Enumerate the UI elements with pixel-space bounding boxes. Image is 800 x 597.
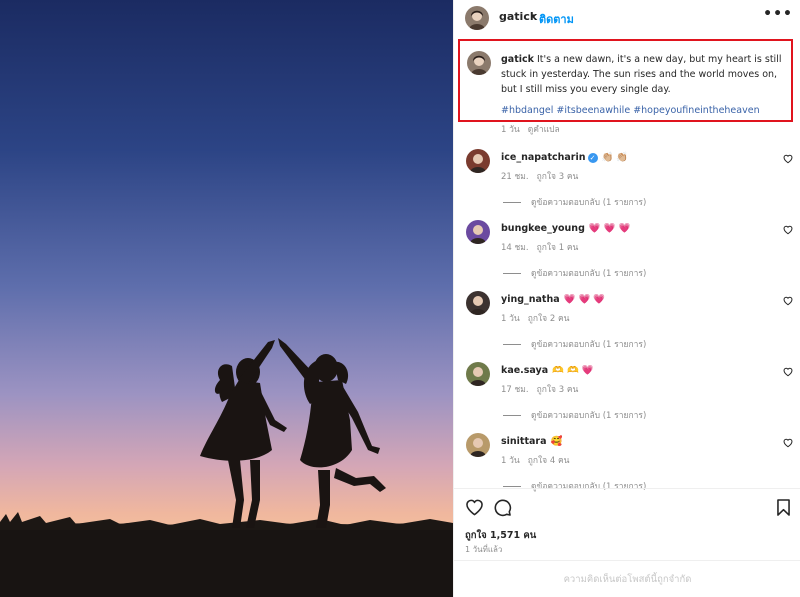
likes-count[interactable]: ถูกใจ 1,571 คน	[465, 528, 536, 543]
comment-text: ying_natha 💗 💗 💗	[501, 294, 605, 305]
comment-username[interactable]: ice_napatcharin	[501, 152, 586, 163]
view-replies-link[interactable]: ดูข้อความตอบกลับ (1 รายการ)	[503, 408, 646, 422]
comment-likes[interactable]: ถูกใจ 3 คน	[537, 172, 579, 182]
caption-hashtags[interactable]: #hbdangel #itsbeenawhile #hopeyoufineint…	[501, 105, 760, 116]
comment-time: 14 ชม.	[501, 243, 529, 253]
post-header: gatick • ติดตาม •••	[454, 0, 800, 34]
comment-emoji: 👏🏼 👏🏼	[601, 152, 629, 163]
caption-time: 1 วัน	[501, 125, 520, 135]
comment-avatar[interactable]	[466, 220, 490, 244]
comment-heart-icon[interactable]	[783, 438, 793, 448]
author-avatar[interactable]	[465, 6, 489, 30]
comment-heart-icon[interactable]	[783, 154, 793, 164]
comment-avatar[interactable]	[466, 291, 490, 315]
comment-item: bungkee_young 💗 💗 💗 14 ชม. ถูกใจ 1 คนดูข้อค…	[454, 220, 800, 291]
post-timestamp: 1 วันที่แล้ว	[465, 545, 503, 554]
caption-highlight-box: gatick It's a new dawn, it's a new day, …	[458, 39, 793, 122]
view-replies-link[interactable]: ดูข้อความตอบกลับ (1 รายการ)	[503, 195, 646, 209]
follow-button[interactable]: ติดตาม	[539, 10, 574, 28]
comment-item: kae.saya 🫶 🫶 💗 17 ชม. ถูกใจ 3 คนดูข้อความตอ…	[454, 362, 800, 433]
comment-time: 17 ชม.	[501, 385, 529, 395]
view-replies-link[interactable]: ดูข้อความตอบกลับ (1 รายการ)	[503, 337, 646, 351]
comment-heart-icon[interactable]	[783, 296, 793, 306]
comment-likes[interactable]: ถูกใจ 4 คน	[528, 456, 570, 466]
comment-likes[interactable]: ถูกใจ 2 คน	[528, 314, 570, 324]
comment-username[interactable]: bungkee_young	[501, 223, 585, 234]
view-replies-link[interactable]: ดูข้อความตอบกลับ (1 รายการ)	[503, 266, 646, 280]
comment-meta: 21 ชม. ถูกใจ 3 คน	[501, 169, 586, 183]
comment-meta: 14 ชม. ถูกใจ 1 คน	[501, 240, 586, 254]
sunset-silhouette-image	[0, 0, 453, 597]
comment-username[interactable]: ying_natha	[501, 294, 560, 305]
more-horizontal-icon[interactable]: •••	[763, 6, 793, 22]
comment-meta: 17 ชม. ถูกใจ 3 คน	[501, 382, 586, 396]
comment-heart-icon[interactable]	[783, 225, 793, 235]
header-separator: •	[530, 10, 537, 23]
bookmark-icon[interactable]	[774, 498, 793, 517]
comment-avatar[interactable]	[466, 433, 490, 457]
comment-likes[interactable]: ถูกใจ 1 คน	[537, 243, 579, 253]
caption-meta: 1 วัน ดูคำแปล	[501, 122, 568, 136]
comment-text: kae.saya 🫶 🫶 💗	[501, 365, 594, 376]
comment-meta: 1 วัน ถูกใจ 2 คน	[501, 311, 577, 325]
comment-item: ying_natha 💗 💗 💗 1 วัน ถูกใจ 2 คนดูข้อความต…	[454, 291, 800, 362]
comment-time: 1 วัน	[501, 456, 520, 466]
comment-text: ice_napatcharin ✓ 👏🏼 👏🏼	[501, 152, 628, 163]
comment-likes[interactable]: ถูกใจ 3 คน	[537, 385, 579, 395]
post-side-panel: gatick • ติดตาม ••• gatick It's a new da…	[453, 0, 800, 597]
comment-time: 1 วัน	[501, 314, 520, 324]
comment-item: ice_napatcharin ✓ 👏🏼 👏🏼 21 ชม. ถูกใจ 3 คนดูข…	[454, 149, 800, 220]
comment-emoji: 💗 💗 💗	[563, 294, 606, 305]
see-translation-link[interactable]: ดูคำแปล	[528, 125, 560, 135]
comment-emoji: 🫶 🫶 💗	[552, 365, 594, 376]
comment-username[interactable]: kae.saya	[501, 365, 548, 376]
caption-username[interactable]: gatick	[501, 54, 534, 65]
caption-body: It's a new dawn, it's a new day, but my …	[501, 54, 782, 95]
comment-avatar[interactable]	[466, 362, 490, 386]
post-actions: ถูกใจ 1,571 คน 1 วันที่แล้ว ความคิดเห็นต…	[454, 488, 800, 597]
comment-emoji: 🥰	[550, 436, 563, 447]
comment-bubble-icon[interactable]	[493, 498, 512, 517]
comment-text: sinittara 🥰	[501, 436, 562, 447]
comment-text: bungkee_young 💗 💗 💗	[501, 223, 630, 234]
comment-heart-icon[interactable]	[783, 367, 793, 377]
comment-avatar[interactable]	[466, 149, 490, 173]
comment-time: 21 ชม.	[501, 172, 529, 182]
comments-limited-notice: ความคิดเห็นต่อโพสต์นี้ถูกจำกัด	[454, 560, 800, 597]
comment-emoji: 💗 💗 💗	[588, 223, 631, 234]
comment-username[interactable]: sinittara	[501, 436, 547, 447]
caption-author-avatar[interactable]	[467, 51, 491, 75]
caption-text: gatick It's a new dawn, it's a new day, …	[501, 52, 789, 97]
post-photo[interactable]	[0, 0, 453, 597]
comment-meta: 1 วัน ถูกใจ 4 คน	[501, 453, 577, 467]
verified-badge-icon: ✓	[587, 153, 598, 163]
heart-icon[interactable]	[465, 498, 484, 517]
